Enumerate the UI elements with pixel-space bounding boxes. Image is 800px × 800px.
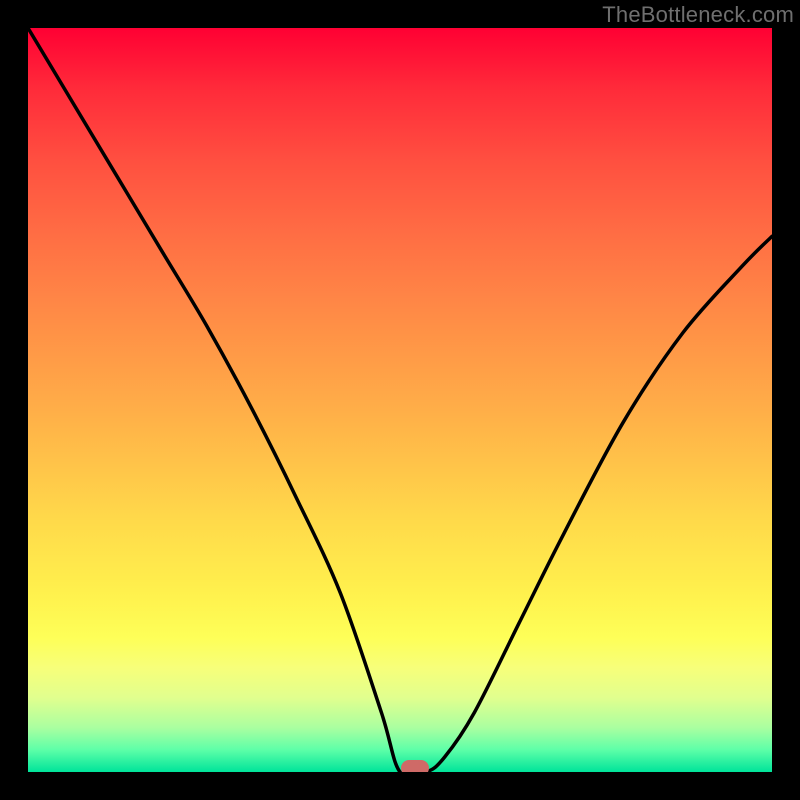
- curve-path: [28, 28, 772, 772]
- chart-frame: TheBottleneck.com: [0, 0, 800, 800]
- watermark-text: TheBottleneck.com: [602, 2, 794, 28]
- bottleneck-curve: [28, 28, 772, 772]
- plot-area: [28, 28, 772, 772]
- optimal-point-marker: [401, 760, 429, 772]
